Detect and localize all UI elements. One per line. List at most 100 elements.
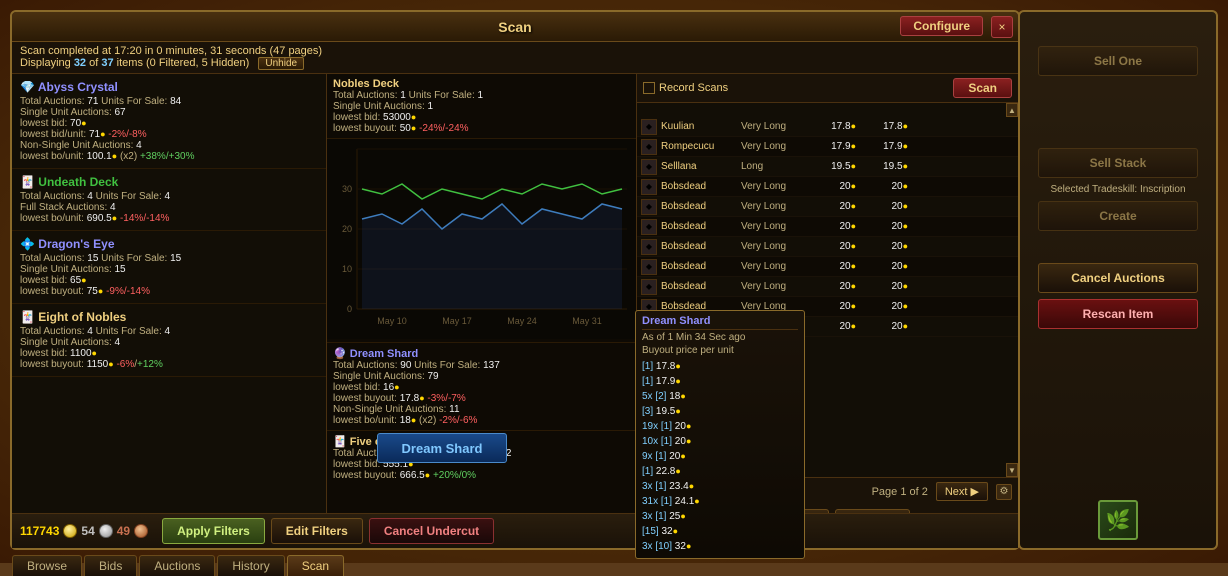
tab-browse[interactable]: Browse bbox=[12, 555, 82, 576]
item-name-dragons-eye: 💠 Dragon's Eye bbox=[20, 237, 318, 251]
sell-stack-button[interactable]: Sell Stack bbox=[1038, 148, 1198, 178]
bottom-bar: 117743 54 49 Apply Filters Edit Filters … bbox=[12, 513, 1018, 548]
svg-text:20: 20 bbox=[342, 224, 352, 234]
svg-text:30: 30 bbox=[342, 184, 352, 194]
tab-auctions[interactable]: Auctions bbox=[139, 555, 215, 576]
table-row[interactable]: ◆ Bobsdead Very Long 20● 20● bbox=[637, 217, 1018, 237]
gold-amount: 117743 bbox=[20, 524, 59, 538]
tooltip-rows: [1] 17.8● [1] 17.9● 5x [2] 18● [3] 19.5●… bbox=[642, 359, 798, 554]
tooltip-row: [3] 19.5● bbox=[642, 404, 798, 419]
tooltip-overlay: Dream Shard As of 1 Min 34 Sec ago Buyou… bbox=[635, 310, 805, 559]
table-row[interactable]: ◆ Bobsdead Very Long 20● 20● bbox=[637, 237, 1018, 257]
buyout-price: 20● bbox=[858, 241, 908, 252]
create-button[interactable]: Create bbox=[1038, 201, 1198, 231]
item-entry-undeath-deck[interactable]: 🃏 Undeath Deck Total Auctions: 4 Units F… bbox=[12, 169, 326, 231]
item-stat: Total Auctions: 71 Units For Sale: 84 bbox=[20, 96, 318, 107]
configure-button[interactable]: Configure bbox=[900, 16, 983, 36]
table-row[interactable]: ◆ Bobsdead Very Long 20● 20● bbox=[637, 197, 1018, 217]
item-icon: ◆ bbox=[641, 199, 657, 215]
table-row[interactable]: ◆ Bobsdead Very Long 20● 20● bbox=[637, 277, 1018, 297]
status-line2: Displaying 32 of 37 items (0 Filtered, 5… bbox=[20, 57, 1010, 70]
tab-bids[interactable]: Bids bbox=[84, 555, 137, 576]
table-row[interactable]: ◆ Bobsdead Very Long 20● 20● bbox=[637, 257, 1018, 277]
chart-svg: 0 10 20 30 May 10 May 17 May 24 May 31 bbox=[327, 139, 637, 339]
seller-name: Bobsdead bbox=[661, 241, 741, 252]
buyout-price: 20● bbox=[858, 281, 908, 292]
copper-coin-icon bbox=[134, 524, 148, 538]
seller-name: Bobsdead bbox=[661, 281, 741, 292]
bid-price: 20● bbox=[806, 201, 856, 212]
buyout-price: 20● bbox=[858, 201, 908, 212]
bid-price: 20● bbox=[806, 281, 856, 292]
silver-coin-icon bbox=[99, 524, 113, 538]
content-wrapper: 💎 Abyss Crystal Total Auctions: 71 Units… bbox=[12, 74, 1018, 535]
bid-price: 20● bbox=[806, 261, 856, 272]
tab-scan[interactable]: Scan bbox=[287, 555, 344, 576]
settings-icon[interactable]: ⚙ bbox=[996, 484, 1012, 500]
cancel-auctions-button[interactable]: Cancel Auctions bbox=[1038, 263, 1198, 293]
scroll-up-button[interactable]: ▲ bbox=[1006, 103, 1018, 117]
tooltip-row: 3x [1] 23.4● bbox=[642, 479, 798, 494]
scan-button[interactable]: Scan bbox=[953, 78, 1012, 98]
scroll-down-button[interactable]: ▼ bbox=[1006, 463, 1018, 477]
item-entry-dragons-eye[interactable]: 💠 Dragon's Eye Total Auctions: 15 Units … bbox=[12, 231, 326, 304]
buyout-price: 20● bbox=[858, 301, 908, 312]
rescan-item-button[interactable]: Rescan Item bbox=[1038, 299, 1198, 329]
table-row[interactable]: ◆ Selllana Long 19.5● 19.5● bbox=[637, 157, 1018, 177]
svg-text:May 31: May 31 bbox=[572, 316, 602, 326]
edit-filters-button[interactable]: Edit Filters bbox=[271, 518, 363, 544]
seller-name: Rompecucu bbox=[661, 141, 741, 152]
tab-history[interactable]: History bbox=[217, 555, 284, 576]
status-count-total: 37 bbox=[101, 57, 113, 69]
tooltip-row: 10x [1] 20● bbox=[642, 434, 798, 449]
seller-name: Bobsdead bbox=[661, 261, 741, 272]
duration: Very Long bbox=[741, 201, 806, 212]
buyout-price: 17.8● bbox=[858, 121, 908, 132]
record-scans-checkbox[interactable] bbox=[643, 82, 655, 94]
cancel-undercut-button[interactable]: Cancel Undercut bbox=[369, 518, 494, 544]
item-stat: lowest bid: 70● bbox=[20, 118, 318, 129]
next-page-button[interactable]: Next ▶ bbox=[936, 482, 988, 501]
item-entry-abyss-crystal[interactable]: 💎 Abyss Crystal Total Auctions: 71 Units… bbox=[12, 74, 326, 169]
bid-price: 20● bbox=[806, 321, 856, 332]
tooltip-row: 19x [1] 20● bbox=[642, 419, 798, 434]
dream-shard-popup-text: Dream Shard bbox=[402, 441, 483, 456]
item-icon: ◆ bbox=[641, 119, 657, 135]
currency-display: 117743 54 49 bbox=[20, 524, 148, 538]
tooltip-row: 9x [1] 20● bbox=[642, 449, 798, 464]
dream-shard-popup: Dream Shard bbox=[377, 433, 507, 463]
close-button[interactable]: × bbox=[991, 16, 1013, 38]
apply-filters-button[interactable]: Apply Filters bbox=[162, 518, 265, 544]
item-preview-icon: 🌿 bbox=[1098, 500, 1138, 540]
bid-price: 20● bbox=[806, 181, 856, 192]
auction-list-header: Record Scans Scan bbox=[637, 74, 1018, 103]
item-icon: ◆ bbox=[641, 219, 657, 235]
item-icon: ◆ bbox=[641, 139, 657, 155]
item-name-abyss-crystal: 💎 Abyss Crystal bbox=[20, 80, 318, 94]
table-row[interactable]: ◆ Bobsdead Very Long 20● 20● bbox=[637, 177, 1018, 197]
buyout-price: 20● bbox=[858, 321, 908, 332]
svg-text:May 10: May 10 bbox=[377, 316, 407, 326]
buyout-price: 20● bbox=[858, 221, 908, 232]
tooltip-row: 5x [2] 18● bbox=[642, 389, 798, 404]
seller-name: Selllana bbox=[661, 161, 741, 172]
tooltip-title: Dream Shard bbox=[642, 315, 798, 330]
chart-panel: Nobles Deck Total Auctions: 1 Units For … bbox=[327, 74, 637, 535]
tooltip-subtitle: As of 1 Min 34 Sec ago bbox=[642, 332, 798, 343]
unhide-button[interactable]: Unhide bbox=[258, 57, 304, 70]
bid-price: 19.5● bbox=[806, 161, 856, 172]
duration: Very Long bbox=[741, 261, 806, 272]
sell-one-button[interactable]: Sell One bbox=[1038, 46, 1198, 76]
item-stat: Non-Single Unit Auctions: 4 bbox=[20, 140, 318, 151]
table-row[interactable]: ◆ Rompecucu Very Long 17.9● 17.9● bbox=[637, 137, 1018, 157]
item-entry-eight-of-nobles[interactable]: 🃏 Eight of Nobles Total Auctions: 4 Unit… bbox=[12, 304, 326, 377]
bid-price: 17.8● bbox=[806, 121, 856, 132]
nav-tabs: Browse Bids Auctions History Scan bbox=[12, 555, 344, 576]
status-line1: Scan completed at 17:20 in 0 minutes, 31… bbox=[20, 45, 1010, 57]
table-row[interactable]: ◆ Kuulian Very Long 17.8● 17.8● bbox=[637, 117, 1018, 137]
buyout-price: 20● bbox=[858, 181, 908, 192]
record-scans-group: Record Scans bbox=[643, 82, 728, 94]
tooltip-row: [1] 22.8● bbox=[642, 464, 798, 479]
item-name-eight-of-nobles: 🃏 Eight of Nobles bbox=[20, 310, 318, 324]
duration: Very Long bbox=[741, 141, 806, 152]
